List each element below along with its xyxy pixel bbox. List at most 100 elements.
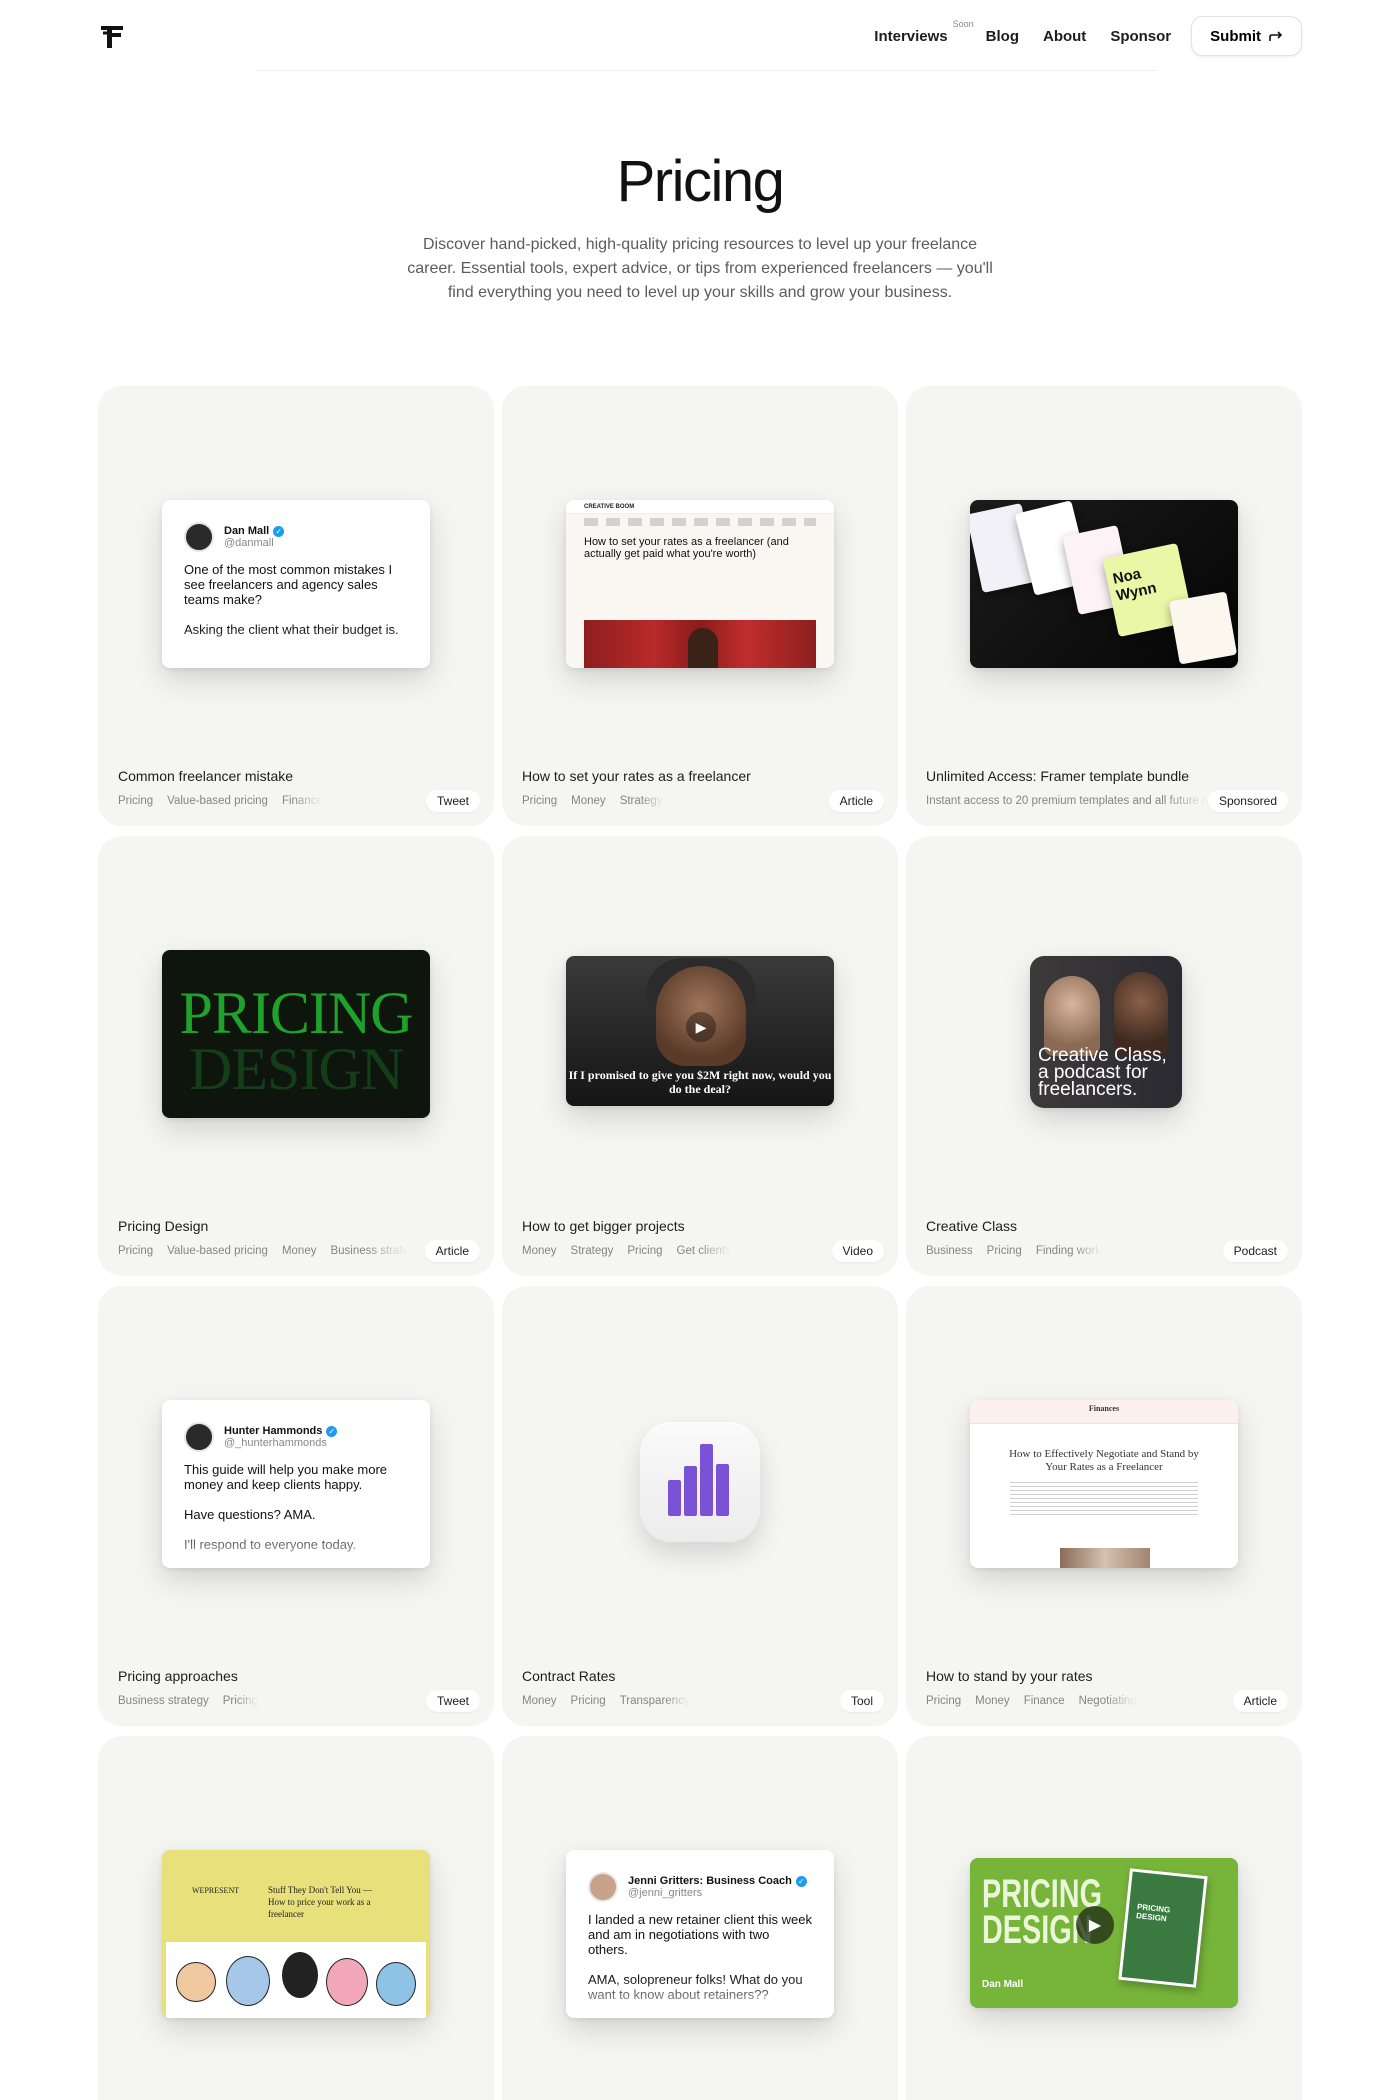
card-tags: Pricing Value-based pricing Finance (118, 795, 323, 807)
host-photo (1114, 972, 1168, 1056)
resource-card[interactable]: Hunter Hammonds ✓ @_hunterhammonds This g… (98, 1286, 494, 1726)
card-title: How to stand by your rates (926, 1668, 1093, 1684)
play-icon[interactable]: ▶ (686, 1012, 716, 1042)
tag: Pricing (627, 1245, 663, 1257)
card-title: Unlimited Access: Framer template bundle (926, 768, 1189, 784)
page-description: Discover hand-picked, high-quality prici… (407, 236, 993, 301)
nav-sponsor[interactable]: Sponsor (1098, 28, 1183, 45)
nav-interviews-label: Interviews (874, 27, 948, 45)
tweet-thumbnail: Jenni Gritters: Business Coach ✓ @jenni_g… (566, 1850, 834, 2018)
tag: Pricing (522, 795, 558, 807)
article-site-name: WEPRESENT (192, 1886, 240, 1895)
tweet-handle: @danmall (224, 537, 274, 549)
tag: Business strategy (330, 1245, 408, 1257)
tag: Transparency (619, 1695, 690, 1707)
tag: Finding work (1035, 1245, 1102, 1257)
tag: Pricing (570, 1695, 606, 1707)
article-headline: Stuff They Don't Tell You — How to price… (268, 1885, 373, 1919)
arrow-forward-icon (1269, 31, 1283, 41)
main-nav: Interviews Soon Blog About Sponsor Submi… (862, 16, 1302, 56)
article-thumbnail: WEPRESENT Stuff They Don't Tell You — Ho… (162, 1850, 430, 2018)
resource-card[interactable]: Noa Wynn Unlimited Access: Framer templa… (906, 386, 1302, 826)
tag: Strategy (570, 1245, 614, 1257)
tweet-thumbnail: Dan Mall ✓ @danmall One of the most commo… (162, 500, 430, 668)
type-badge: Article (1232, 1690, 1288, 1712)
article-thumbnail: CREATIVE BOOM How to set your rates as a… (566, 500, 834, 668)
resource-card[interactable]: Creative Class, a podcast for freelancer… (906, 836, 1302, 1276)
resource-card[interactable]: PRICING DESIGN Dan Mall PRICING DESIGN ▶ (906, 1736, 1302, 2100)
resource-card[interactable]: Dan Mall ✓ @danmall One of the most commo… (98, 386, 494, 826)
article-illustration (166, 1942, 426, 2018)
submit-label: Submit (1210, 27, 1261, 45)
card-tags: Instant access to 20 premium templates a… (926, 795, 1208, 807)
soon-badge: Soon (952, 18, 974, 29)
logo-icon[interactable] (98, 21, 128, 51)
verified-icon: ✓ (795, 1875, 807, 1887)
play-icon[interactable]: ▶ (1076, 1906, 1114, 1944)
card-title: How to get bigger projects (522, 1218, 685, 1234)
article-site-name: Finances (970, 1400, 1238, 1424)
submit-button[interactable]: Submit (1191, 16, 1302, 56)
video-thumbnail: ▶ If I promised to give you $2M right no… (566, 956, 834, 1106)
resource-card[interactable]: CREATIVE BOOM How to set your rates as a… (502, 386, 898, 826)
thumb-title-line: PRICING (179, 980, 413, 1046)
tag: Business (926, 1245, 973, 1257)
resource-card[interactable]: Jenni Gritters: Business Coach ✓ @jenni_g… (502, 1736, 898, 2100)
nav-blog[interactable]: Blog (974, 28, 1031, 45)
host-photo (1044, 976, 1100, 1056)
type-badge: Article (828, 790, 884, 812)
article-nav (584, 518, 816, 526)
article-image (584, 620, 816, 668)
resource-card[interactable]: ▶ If I promised to give you $2M right no… (502, 836, 898, 1276)
tweet-text: One of the most common mistakes I see fr… (184, 562, 399, 637)
icon-bar (684, 1466, 697, 1516)
tag: Pricing (118, 1245, 154, 1257)
resource-card[interactable]: Finances How to Effectively Negotiate an… (906, 1286, 1302, 1726)
type-badge: Tool (839, 1690, 884, 1712)
tweet-text: This guide will help you make more money… (184, 1462, 388, 1552)
illustration-shape (326, 1958, 368, 2006)
podcast-cover: Creative Class, a podcast for freelancer… (1030, 956, 1182, 1108)
article-thumbnail: Finances How to Effectively Negotiate an… (970, 1400, 1238, 1568)
video-caption: If I promised to give you $2M right now,… (568, 1068, 832, 1096)
tweet-handle: @_hunterhammonds (224, 1437, 327, 1449)
tweet-author: Hunter Hammonds (224, 1425, 323, 1437)
tweet-text: I landed a new retainer client this week… (588, 1912, 813, 2002)
tag: Money (522, 1245, 557, 1257)
card-title: Pricing Design (118, 1218, 209, 1234)
type-badge: Video (831, 1240, 884, 1262)
resource-card[interactable]: Contract Rates Money Pricing Transparenc… (502, 1286, 898, 1726)
thumb-title-line: DESIGN (189, 1036, 404, 1102)
article-headline: How to set your rates as a freelancer (a… (584, 536, 789, 560)
template-name: Noa Wynn (1111, 565, 1159, 605)
icon-bar (716, 1464, 729, 1516)
header-divider (256, 70, 1156, 71)
nav-interviews[interactable]: Interviews Soon (862, 19, 973, 45)
resource-card[interactable]: PRICING DESIGN Pricing Design Pricing Va… (98, 836, 494, 1276)
tweet-author: Dan Mall (224, 525, 270, 537)
avatar (184, 522, 214, 552)
verified-icon: ✓ (273, 525, 285, 537)
book-cover: PRICING DESIGN (1118, 1868, 1208, 1988)
card-tags: Money Strategy Pricing Get clients (522, 1245, 731, 1257)
icon-bar (700, 1444, 713, 1516)
card-title: How to set your rates as a freelancer (522, 768, 751, 784)
card-title: Contract Rates (522, 1668, 616, 1684)
card-tags: Pricing Value-based pricing Money Busine… (118, 1245, 408, 1257)
pricing-design-thumbnail: PRICING DESIGN (162, 950, 430, 1118)
illustration-shape (376, 1962, 416, 2006)
tag: Money (571, 795, 606, 807)
tag: Negotiating (1078, 1695, 1137, 1707)
card-title: Pricing approaches (118, 1668, 238, 1684)
resource-card[interactable]: WEPRESENT Stuff They Don't Tell You — Ho… (98, 1736, 494, 2100)
tag: Money (281, 1245, 317, 1257)
template-preview (1168, 591, 1238, 665)
type-badge: Tweet (425, 1690, 480, 1712)
avatar (588, 1872, 618, 1902)
card-tags: Business strategy Pricing (118, 1695, 258, 1707)
nav-about[interactable]: About (1031, 28, 1098, 45)
card-tags: Business Pricing Finding work (926, 1245, 1101, 1257)
site-header: Interviews Soon Blog About Sponsor Submi… (98, 16, 1302, 56)
tag: Pricing (926, 1695, 962, 1707)
tag: Get clients (676, 1245, 731, 1257)
